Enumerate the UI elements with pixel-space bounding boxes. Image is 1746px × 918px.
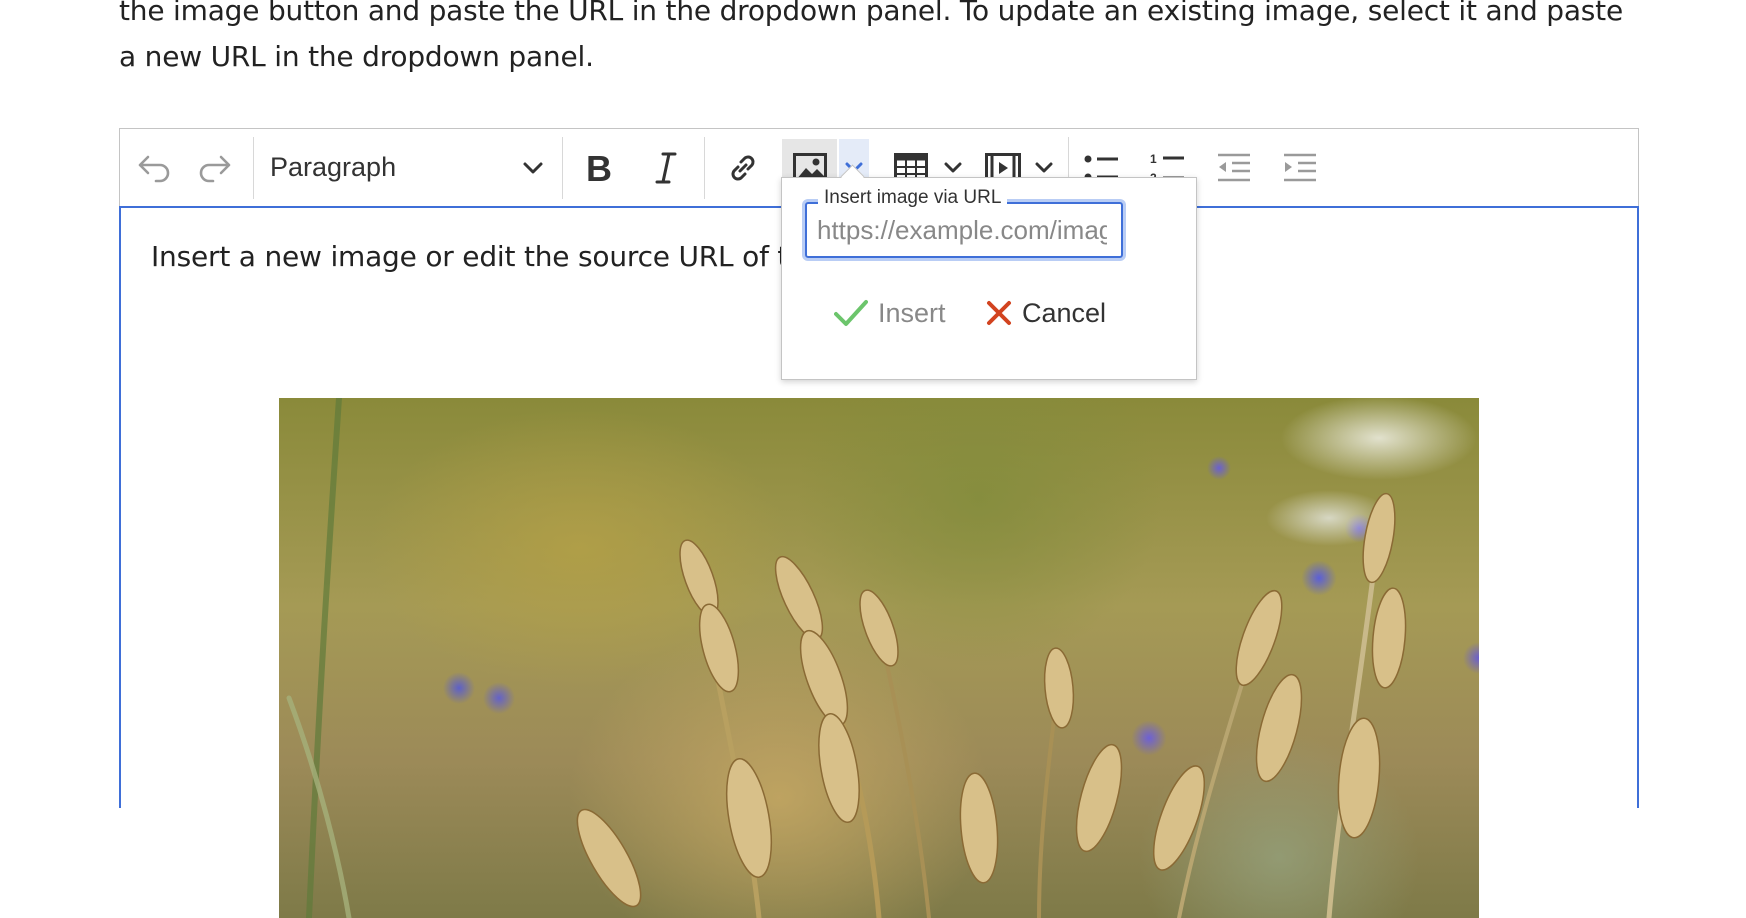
cancel-label: Cancel [1022, 297, 1107, 328]
media-dropdown-chevron-icon[interactable] [1033, 158, 1055, 178]
heading-dropdown[interactable]: Paragraph [266, 129, 556, 206]
redo-icon[interactable] [195, 148, 235, 188]
indent-icon[interactable] [1280, 148, 1320, 188]
heading-value: Paragraph [270, 152, 397, 182]
chevron-down-icon [522, 161, 544, 175]
image-url-field[interactable] [805, 202, 1123, 258]
content-paragraph: Insert a new image or edit the source UR… [151, 240, 867, 273]
toolbar-separator [253, 137, 254, 199]
table-dropdown-chevron-icon[interactable] [942, 158, 964, 178]
italic-icon[interactable] [646, 148, 686, 188]
checkmark-icon [834, 299, 868, 327]
insert-label: Insert [878, 297, 946, 328]
outdent-icon[interactable] [1214, 148, 1254, 188]
image-url-label: Insert image via URL [818, 187, 1008, 209]
undo-icon[interactable] [134, 148, 174, 188]
toolbar-separator [562, 137, 563, 199]
cancel-button[interactable]: Cancel [986, 288, 1106, 338]
svg-text:1: 1 [1150, 152, 1157, 166]
bold-icon[interactable]: B [578, 148, 618, 188]
intro-paragraph: the image button and paste the URL in th… [119, 0, 1623, 73]
wheat-field-image[interactable] [279, 398, 1479, 918]
toolbar-separator [704, 137, 705, 199]
insert-image-url-panel: Insert image via URL Insert Cancel [781, 164, 1197, 380]
rich-text-editor: Paragraph B 1 Insert a new image or edit… [119, 128, 1639, 918]
close-icon [986, 300, 1012, 326]
link-icon[interactable] [723, 148, 763, 188]
image-url-input[interactable] [817, 214, 1107, 246]
insert-button[interactable]: Insert [834, 288, 946, 338]
svg-text:B: B [586, 151, 612, 185]
